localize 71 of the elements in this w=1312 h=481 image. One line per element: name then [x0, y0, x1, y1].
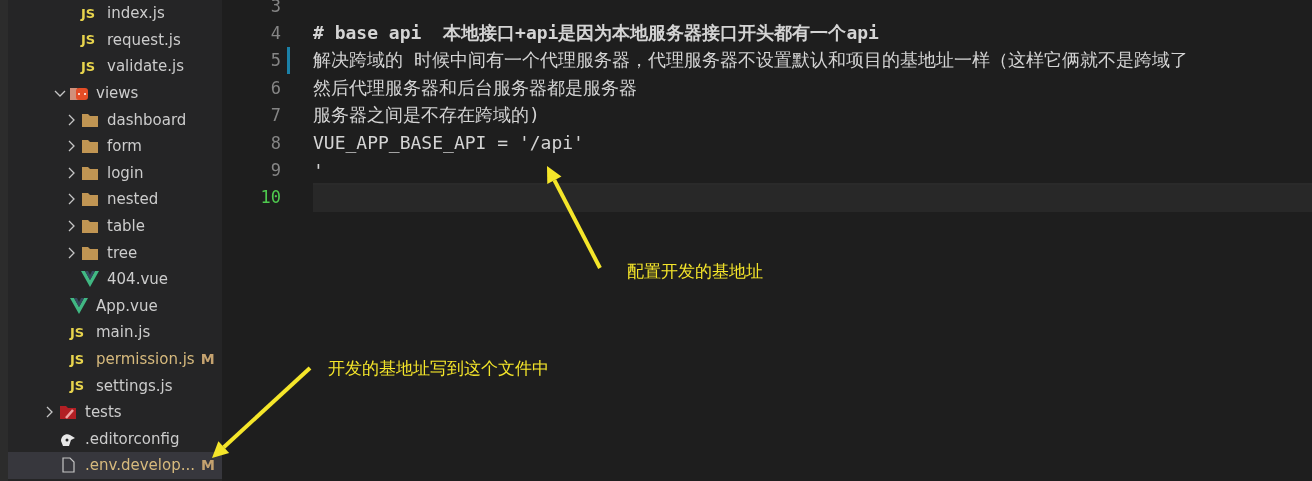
file-name: request.js	[107, 30, 182, 49]
tree-item[interactable]: JS validate.js	[8, 53, 222, 80]
folder-icon	[70, 85, 88, 102]
file-name: form	[107, 137, 143, 156]
js-icon: JS	[70, 378, 88, 394]
tree-item[interactable]: dashboard	[8, 106, 222, 133]
line-number: 5	[269, 50, 281, 71]
line-number: 8	[269, 132, 281, 153]
tree-item[interactable]: form	[8, 132, 222, 160]
annotation-label: 配置开发的基地址	[627, 260, 763, 283]
file-name: dashboard	[107, 110, 188, 129]
tree-item[interactable]: table	[8, 212, 222, 240]
file-name: main.js	[96, 323, 152, 342]
file-name: tests	[85, 403, 123, 422]
code-line: # base api 本地接口+api是因为本地服务器接口开头都有一个api	[313, 21, 879, 46]
tree-item[interactable]: JS permission.js M	[8, 345, 222, 373]
tree-item[interactable]: .env.develop... M	[8, 452, 222, 479]
line-number: 10	[259, 187, 281, 208]
line-number: 3	[269, 0, 281, 16]
file-name: .env.develop...	[85, 456, 195, 475]
tree-item[interactable]: 404.vue	[8, 265, 222, 293]
tree-item[interactable]: login	[8, 159, 222, 187]
tree-item[interactable]: tests	[8, 398, 222, 426]
line-number: 9	[269, 160, 281, 181]
tree-item[interactable]: JS settings.js	[8, 372, 222, 399]
tree-item[interactable]: JS main.js	[8, 319, 222, 346]
line-number: 4	[269, 23, 281, 44]
file-name: 404.vue	[107, 270, 169, 289]
js-icon: JS	[81, 59, 99, 74]
folder-icon	[81, 111, 99, 128]
code-line: 解决跨域的 时候中间有一个代理服务器，代理服务器不设置默认和项目的基地址一样（这样它俩就不是跨域了	[313, 48, 1188, 73]
line-number: 6	[269, 77, 281, 98]
js-icon: JS	[81, 5, 99, 21]
code-line: 服务器之间是不存在跨域的)	[313, 103, 540, 128]
file-name: validate.js	[107, 57, 185, 76]
js-icon: JS	[81, 32, 99, 48]
tree-item[interactable]: nested	[8, 186, 222, 213]
folder-icon	[59, 404, 77, 421]
folder-icon	[81, 244, 99, 261]
file-name: table	[107, 217, 146, 236]
js-icon: JS	[70, 351, 88, 367]
file-name: index.js	[107, 4, 166, 23]
file-name: settings.js	[96, 376, 174, 395]
folder-icon	[81, 191, 99, 208]
file-name: nested	[107, 190, 160, 209]
tree-item[interactable]: JS request.js	[8, 26, 222, 54]
file-name: App.vue	[96, 296, 159, 315]
code-line: '	[313, 159, 324, 181]
tree-item[interactable]: .editorconfig	[8, 425, 222, 453]
vue-icon	[70, 297, 88, 314]
tree-item[interactable]: views	[8, 79, 222, 107]
modified-label: M	[201, 457, 215, 474]
folder-icon	[81, 138, 99, 155]
file-name: login	[107, 163, 145, 182]
tree-item[interactable]: App.vue	[8, 292, 222, 320]
file-name: tree	[107, 243, 139, 262]
file-name: permission.js	[96, 350, 195, 368]
vue-icon	[81, 271, 99, 288]
code-line: VUE_APP_BASE_API = '/api'	[313, 132, 584, 154]
line-number: 7	[269, 105, 281, 126]
file-icon	[59, 457, 77, 474]
folder-icon	[81, 218, 99, 235]
file-name: views	[96, 84, 140, 103]
modified-label: M	[200, 351, 215, 367]
js-icon: JS	[70, 324, 88, 340]
tree-item[interactable]: tree	[8, 239, 222, 266]
file-name: .editorconfig	[85, 429, 181, 448]
tree-item[interactable]: JS index.js	[8, 0, 222, 27]
code-line: 然后代理服务器和后台服务器都是服务器	[313, 75, 637, 100]
annotation-label: 开发的基地址写到这个文件中	[328, 357, 549, 380]
folder-icon	[81, 164, 99, 181]
